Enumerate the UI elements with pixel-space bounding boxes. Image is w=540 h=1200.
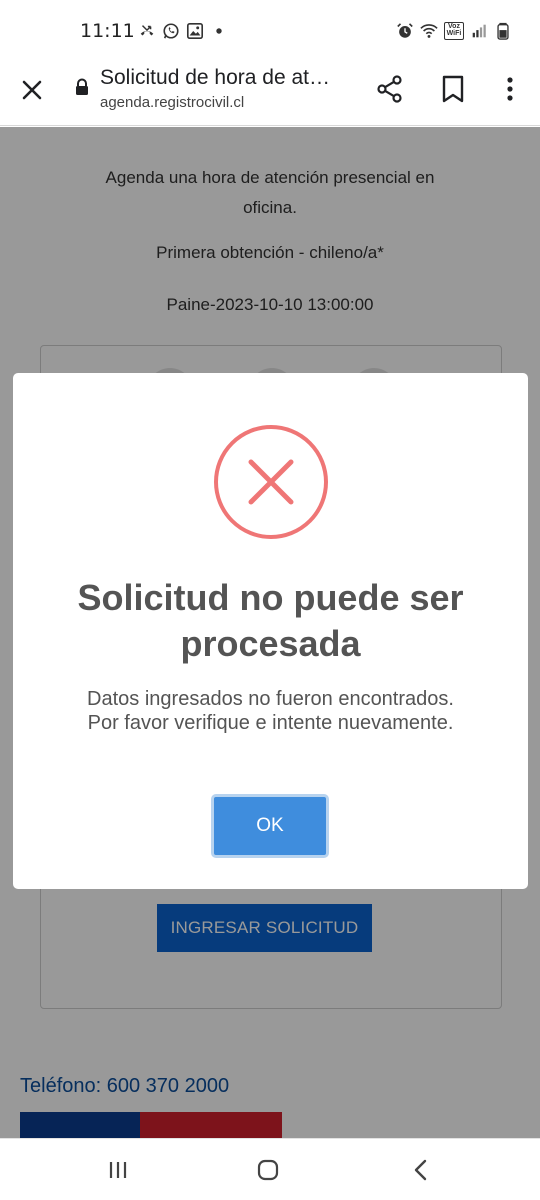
close-icon[interactable] <box>18 76 46 104</box>
dialog-title: Solicitud no puede ser procesada <box>77 577 464 664</box>
status-time: 11:11 <box>80 20 135 42</box>
missed-call-icon <box>140 25 154 36</box>
wifi-icon <box>420 24 438 38</box>
vowifi-icon: Voz WiFi <box>444 22 464 40</box>
error-dialog: Solicitud no puede ser procesada Datos i… <box>13 373 528 889</box>
dialog-message: Datos ingresados no fueron encontrados. … <box>87 688 454 734</box>
error-x-icon <box>214 425 328 539</box>
share-icon[interactable] <box>376 74 404 104</box>
ok-button[interactable]: OK <box>211 794 329 858</box>
battery-icon <box>497 22 509 40</box>
gallery-icon <box>186 22 204 40</box>
signal-icon <box>472 24 486 38</box>
bookmark-icon[interactable] <box>440 74 466 104</box>
alarm-icon <box>397 23 413 38</box>
page-title: Solicitud de hora de at… <box>100 66 330 89</box>
whatsapp-icon <box>163 23 179 39</box>
status-bar: 11:11 Voz WiFi <box>0 0 540 60</box>
browser-toolbar: Solicitud de hora de at… agenda.registro… <box>0 60 540 126</box>
system-nav-bar <box>0 1138 540 1200</box>
back-icon[interactable] <box>410 1158 430 1182</box>
more-options-icon[interactable] <box>498 74 522 104</box>
home-icon[interactable] <box>256 1159 280 1181</box>
lock-icon <box>76 78 88 95</box>
notification-dot-icon <box>216 28 222 34</box>
page-url[interactable]: agenda.registrocivil.cl <box>100 94 244 111</box>
recent-apps-icon[interactable] <box>106 1159 130 1181</box>
